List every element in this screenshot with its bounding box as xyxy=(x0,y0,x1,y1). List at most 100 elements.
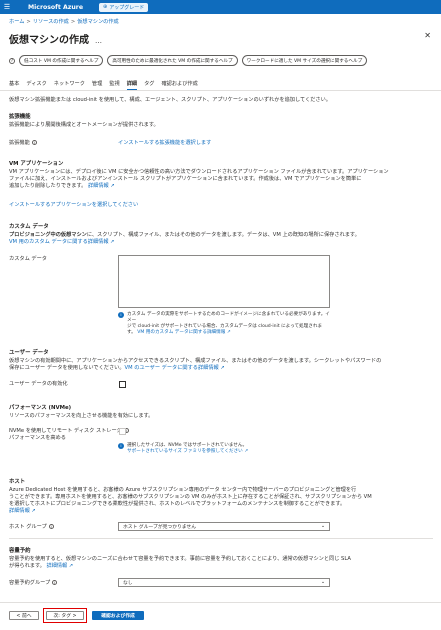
top-bar: ☰ Microsoft Azure ⊕ アップグレード xyxy=(0,0,441,14)
external-link-icon: ↗ xyxy=(218,365,225,371)
upgrade-icon: ⊕ xyxy=(103,4,108,10)
custom-data-info-3-text: す。 xyxy=(127,330,136,335)
vm-apps-learn-more-link[interactable]: 詳細情報 xyxy=(88,183,109,189)
user-data-heading: ユーザー データ xyxy=(9,350,49,356)
nvme-label-2: パフォーマンスを高める xyxy=(9,435,66,441)
help-icon: ? xyxy=(9,57,15,64)
tab-strip: 基本 ディスク ネットワーク 管理 監視 詳細 タグ 確認および作成 xyxy=(9,80,198,90)
custom-data-info: i カスタム データの実際をサポートするためのコードがイメージに含まれている必要… xyxy=(118,312,333,336)
breadcrumb-create-vm[interactable]: 仮想マシンの作成 xyxy=(77,19,119,25)
custom-data-desc-bold: プロビジョニング中の仮想マシン xyxy=(9,232,87,238)
more-options-icon[interactable]: … xyxy=(95,37,102,45)
brand-label[interactable]: Microsoft Azure xyxy=(28,4,83,11)
capacity-group-label-text: 容量予約グループ xyxy=(9,580,51,586)
divider xyxy=(9,538,433,539)
host-learn-more-text: 詳細情報 xyxy=(9,508,30,514)
vm-apps-heading: VM アプリケーション xyxy=(9,161,64,167)
user-data-desc-2: 保存にユーザー データを使用しないでください。VM のユーザー データに関する詳… xyxy=(9,365,225,372)
breadcrumb-home[interactable]: ホーム xyxy=(9,19,24,25)
user-data-desc-2-text: 保存にユーザー データを使用しないでください。 xyxy=(9,365,125,371)
extensions-heading: 拡張機能 xyxy=(9,114,31,120)
user-data-desc-1: 仮想マシンの有効期間中に、アプリケーションからアクセスできるスクリプト、構成ファ… xyxy=(9,358,382,364)
custom-data-info-3: す。 VM 用のカスタム データに関する詳細情報 ↗ xyxy=(127,330,333,336)
enable-user-data-label: ユーザー データの有効化 xyxy=(9,381,68,387)
nvme-info-link-row: サポートされているサイズ ファミリを参照してください ↗ xyxy=(127,449,248,455)
select-apps-link[interactable]: インストールするアプリケーションを選択してください xyxy=(9,202,138,209)
vm-apps-desc-2: ファイルに加え、インストールおよびアンインストール スクリプトがアプリケーション… xyxy=(9,176,362,182)
host-learn-more-link[interactable]: 詳細情報 ↗ xyxy=(9,508,36,515)
custom-data-info-link[interactable]: VM 用のカスタム データに関する詳細情報 xyxy=(137,330,225,335)
extensions-desc: 拡張機能により展開後構成とオートメーションが提供されます。 xyxy=(9,122,159,128)
select-extensions-link[interactable]: インストールする拡張機能を選択します xyxy=(118,140,211,147)
tab-basics[interactable]: 基本 xyxy=(9,80,19,90)
review-create-button[interactable]: 確認および作成 xyxy=(92,611,144,620)
capacity-group-select[interactable]: なし ⌄ xyxy=(118,578,330,587)
capacity-learn-more-link[interactable]: 詳細情報 xyxy=(46,563,67,569)
tab-advanced[interactable]: 詳細 xyxy=(126,80,138,90)
host-group-label-text: ホスト グループ xyxy=(9,524,47,530)
tab-management[interactable]: 管理 xyxy=(92,80,102,90)
custom-data-info-1: カスタム データの実際をサポートするためのコードがイメージに含まれている必要があ… xyxy=(127,312,330,323)
extensions-label: 拡張機能 i xyxy=(9,140,37,147)
nvme-desc: リソースのパフォーマンスを向上させる機能を有効にします。 xyxy=(9,413,154,419)
custom-data-learn-more-link[interactable]: VM 用のカスタム データに関する詳細情報 ↗ xyxy=(9,239,115,246)
enable-user-data-checkbox[interactable] xyxy=(119,381,126,388)
previous-button[interactable]: < 前へ xyxy=(9,611,39,620)
breadcrumb: ホーム > リソースの作成 > 仮想マシンの作成 xyxy=(9,18,119,25)
host-desc-3: を選択してホストにプロビジョニングできる柔軟性が提供され、ホストのレベルでプラッ… xyxy=(9,501,346,507)
extensions-label-text: 拡張機能 xyxy=(9,140,30,146)
hamburger-menu-icon[interactable]: ☰ xyxy=(0,0,14,14)
nvme-supported-sizes-link[interactable]: サポートされているサイズ ファミリを参照してください xyxy=(127,449,243,454)
host-group-label: ホスト グループ i xyxy=(9,524,54,531)
vm-apps-desc-3: 追加したり削除したりできます。 詳細情報 ↗ xyxy=(9,183,115,190)
nvme-checkbox[interactable] xyxy=(119,428,126,435)
quick-help-bar: ? 低コスト VM の作成に関するヘルプ 高可用性のために最適化された VM の… xyxy=(9,55,433,66)
tab-tags[interactable]: タグ xyxy=(144,80,154,90)
tab-review-create[interactable]: 確認および作成 xyxy=(161,80,197,90)
host-desc-1: Azure Dedicated Host を使用すると、お客様の Azure サ… xyxy=(9,487,357,493)
custom-data-desc: プロビジョニング中の仮想マシンに、スクリプト、構成ファイル、またはその他のデータ… xyxy=(9,232,360,239)
tab-monitoring[interactable]: 監視 xyxy=(109,80,119,90)
external-link-icon: ↗ xyxy=(108,183,115,189)
upgrade-button[interactable]: ⊕ アップグレード xyxy=(99,2,149,12)
custom-data-desc-text: に、スクリプト、構成ファイル、またはその他のデータを渡します。データは、VM 上… xyxy=(86,232,360,238)
info-icon: i xyxy=(118,312,124,318)
capacity-desc-1: 容量予約を使用すると、仮想マシンのニーズに合わせて容量を予約できます。事前に容量… xyxy=(9,556,351,562)
user-data-learn-more-link[interactable]: VM のユーザー データに関する詳細情報 xyxy=(125,365,219,371)
host-group-select[interactable]: ホスト グループが見つかりません ⌄ xyxy=(118,522,330,531)
capacity-desc-2: が得られます。 詳細情報 ↗ xyxy=(9,563,73,570)
capacity-group-label: 容量予約グループ i xyxy=(9,580,58,587)
info-icon: i xyxy=(118,443,124,449)
breadcrumb-create-resource[interactable]: リソースの作成 xyxy=(33,19,69,25)
host-heading: ホスト xyxy=(9,479,26,485)
close-icon[interactable]: ✕ xyxy=(424,31,431,40)
tab-disks[interactable]: ディスク xyxy=(26,80,46,90)
tab-networking[interactable]: ネットワーク xyxy=(54,80,85,90)
host-group-value: ホスト グループが見つかりません xyxy=(123,525,197,530)
nvme-label-1-text: NVMe を使用してリモート ディスク ストレージ xyxy=(9,428,122,434)
info-icon[interactable]: i xyxy=(52,580,58,585)
vm-apps-desc-1: VM アプリケーションには、デプロイ後に VM に安全かつ信頼性の高い方法でダウ… xyxy=(9,169,389,175)
external-link-icon: ↗ xyxy=(29,508,36,514)
custom-data-textarea[interactable] xyxy=(118,255,330,308)
info-icon[interactable]: i xyxy=(31,140,37,145)
vm-apps-desc-3-text: 追加したり削除したりできます。 xyxy=(9,183,87,189)
low-cost-vm-help-button[interactable]: 低コスト VM の作成に関するヘルプ xyxy=(19,55,104,66)
tab-divider xyxy=(0,90,441,91)
custom-data-learn-more-text: VM 用のカスタム データに関する詳細情報 xyxy=(9,239,109,245)
breadcrumb-separator-icon: > xyxy=(26,19,31,25)
nvme-heading: パフォーマンス (NVMe) xyxy=(9,405,72,411)
custom-data-label: カスタム データ xyxy=(9,256,47,262)
external-link-icon: ↗ xyxy=(67,563,74,569)
vm-size-help-button[interactable]: ワークロードに適した VM サイズの選択に関するヘルプ xyxy=(241,55,368,66)
chevron-down-icon: ⌄ xyxy=(320,524,325,529)
capacity-heading: 容量予約 xyxy=(9,548,31,554)
intro-text: 仮想マシン拡張機能または cloud-init を使用して、構成、エージェント、… xyxy=(9,97,331,103)
host-desc-2: うことができます。専用ホストを使用すると、お客様のサブスクリプションの VM の… xyxy=(9,494,372,500)
page-title: 仮想マシンの作成… xyxy=(9,31,102,46)
external-link-icon: ↗ xyxy=(225,330,231,335)
breadcrumb-separator-icon: > xyxy=(70,19,76,25)
info-icon[interactable]: i xyxy=(48,524,54,529)
high-availability-vm-help-button[interactable]: 高可用性のために最適化された VM の作成に関するヘルプ xyxy=(107,55,238,66)
custom-data-heading: カスタム データ xyxy=(9,224,49,230)
